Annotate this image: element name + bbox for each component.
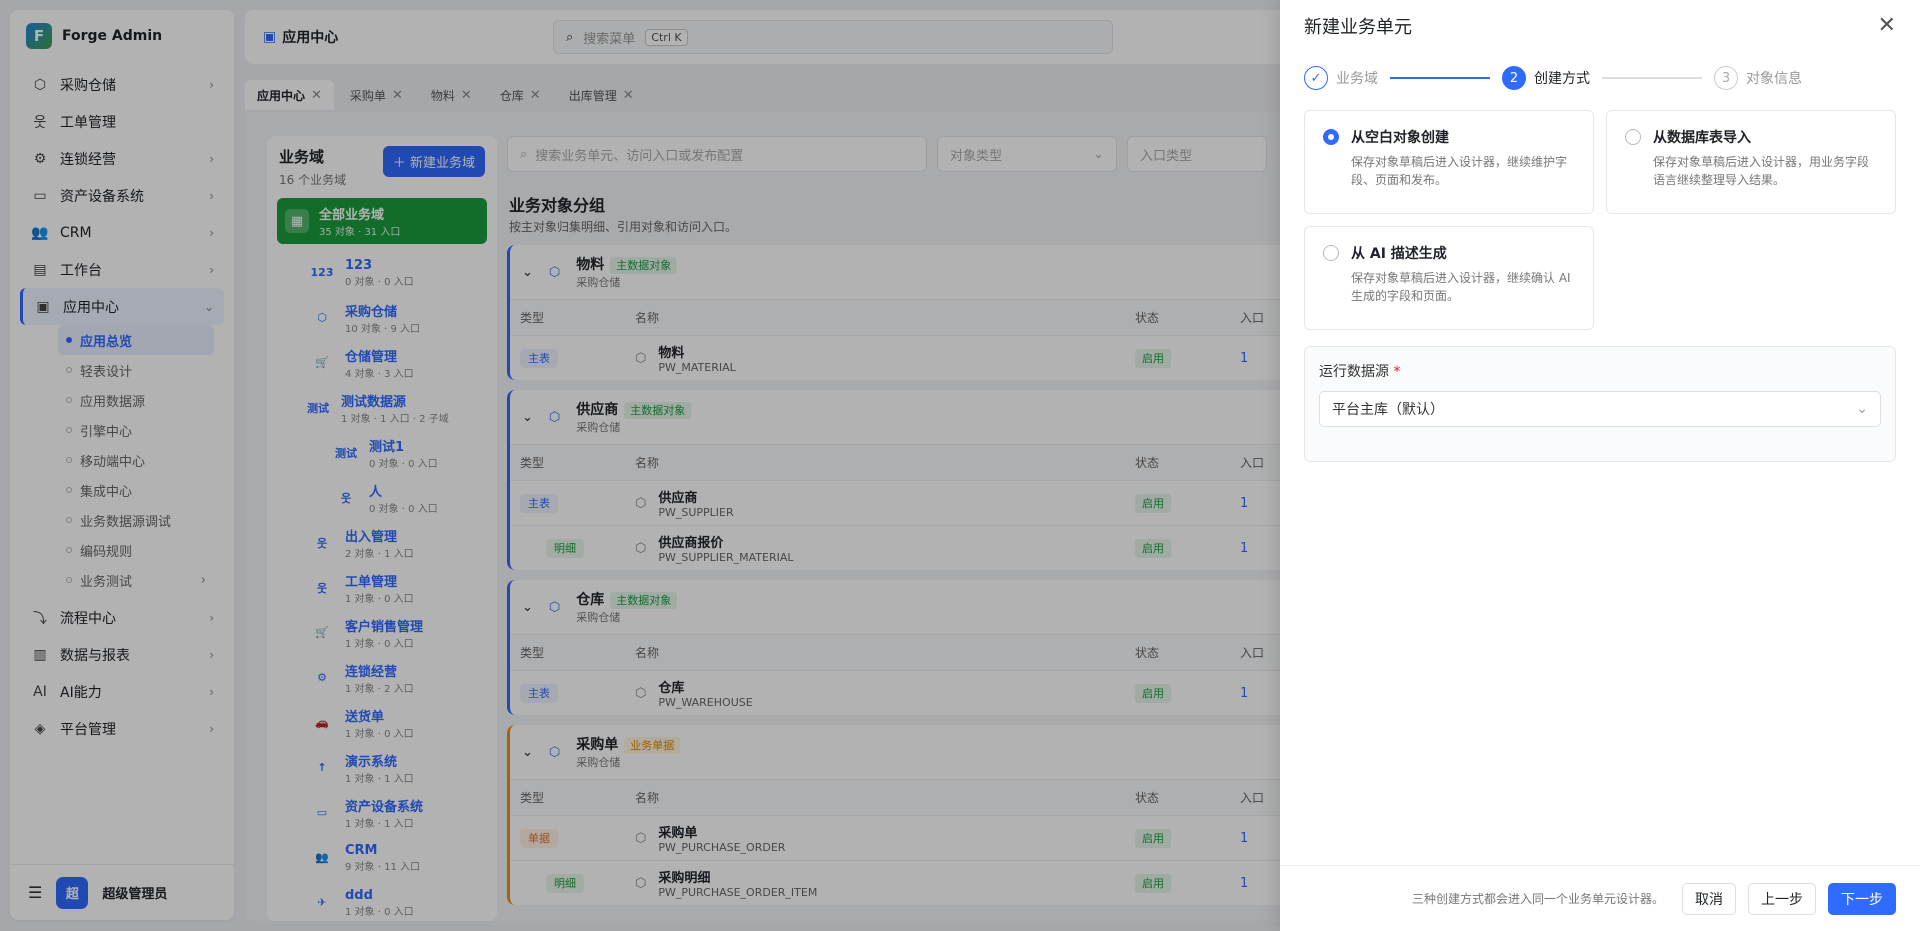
close-icon[interactable]: ✕ xyxy=(1878,15,1896,37)
step-3-label: 对象信息 xyxy=(1746,71,1802,87)
radio[interactable] xyxy=(1323,245,1339,261)
chevron-down-icon: ⌄ xyxy=(1856,401,1868,417)
step-1: ✓ 业务域 xyxy=(1304,66,1378,90)
required-mark: * xyxy=(1393,364,1401,380)
option-blank[interactable]: 从空白对象创建保存对象草稿后进入设计器，继续维护字段、页面和发布。 xyxy=(1304,110,1594,214)
radio-selected[interactable] xyxy=(1323,129,1339,145)
step-line xyxy=(1390,77,1490,79)
option-title: 从数据库表导入 xyxy=(1653,130,1751,146)
footer-hint: 三种创建方式都会进入同一个业务单元设计器。 xyxy=(1411,892,1664,906)
option-db-import[interactable]: 从数据库表导入保存对象草稿后进入设计器，用业务字段语言继续整理导入结果。 xyxy=(1606,110,1896,214)
step-2-label: 创建方式 xyxy=(1534,71,1590,87)
option-title: 从空白对象创建 xyxy=(1351,130,1449,146)
prev-button[interactable]: 上一步 xyxy=(1748,882,1816,915)
datasource-label: 运行数据源 xyxy=(1319,364,1389,380)
drawer-footer: 三种创建方式都会进入同一个业务单元设计器。 取消 上一步 下一步 xyxy=(1280,865,1920,931)
datasource-select[interactable]: 平台主库（默认） ⌄ xyxy=(1319,391,1881,427)
option-title: 从 AI 描述生成 xyxy=(1351,246,1447,262)
drawer-title: 新建业务单元 xyxy=(1304,17,1412,38)
step-3-number: 3 xyxy=(1714,66,1738,90)
step-1-label: 业务域 xyxy=(1336,71,1378,87)
step-line xyxy=(1602,77,1702,79)
radio[interactable] xyxy=(1625,129,1641,145)
cancel-button[interactable]: 取消 xyxy=(1682,882,1736,915)
datasource-section: 运行数据源 * 平台主库（默认） ⌄ xyxy=(1304,346,1896,462)
option-desc: 保存对象草稿后进入设计器，继续维护字段、页面和发布。 xyxy=(1351,155,1568,187)
next-button[interactable]: 下一步 xyxy=(1828,882,1896,915)
create-options: 从空白对象创建保存对象草稿后进入设计器，继续维护字段、页面和发布。 从数据库表导… xyxy=(1280,104,1920,330)
step-3: 3 对象信息 xyxy=(1714,66,1802,90)
modal-overlay[interactable] xyxy=(0,0,1280,931)
option-desc: 保存对象草稿后进入设计器，继续确认 AI 生成的字段和页面。 xyxy=(1351,271,1571,303)
option-desc: 保存对象草稿后进入设计器，用业务字段语言继续整理导入结果。 xyxy=(1653,155,1870,187)
step-2-number: 2 xyxy=(1502,66,1526,90)
option-ai[interactable]: 从 AI 描述生成保存对象草稿后进入设计器，继续确认 AI 生成的字段和页面。 xyxy=(1304,226,1594,330)
new-unit-drawer: 新建业务单元 ✕ ✓ 业务域 2 创建方式 3 对象信息 从空白对象创建保存对象草稿后进… xyxy=(1280,0,1920,931)
check-icon: ✓ xyxy=(1304,66,1328,90)
stepper: ✓ 业务域 2 创建方式 3 对象信息 xyxy=(1280,52,1920,104)
datasource-value: 平台主库（默认） xyxy=(1332,402,1444,418)
step-2: 2 创建方式 xyxy=(1502,66,1590,90)
